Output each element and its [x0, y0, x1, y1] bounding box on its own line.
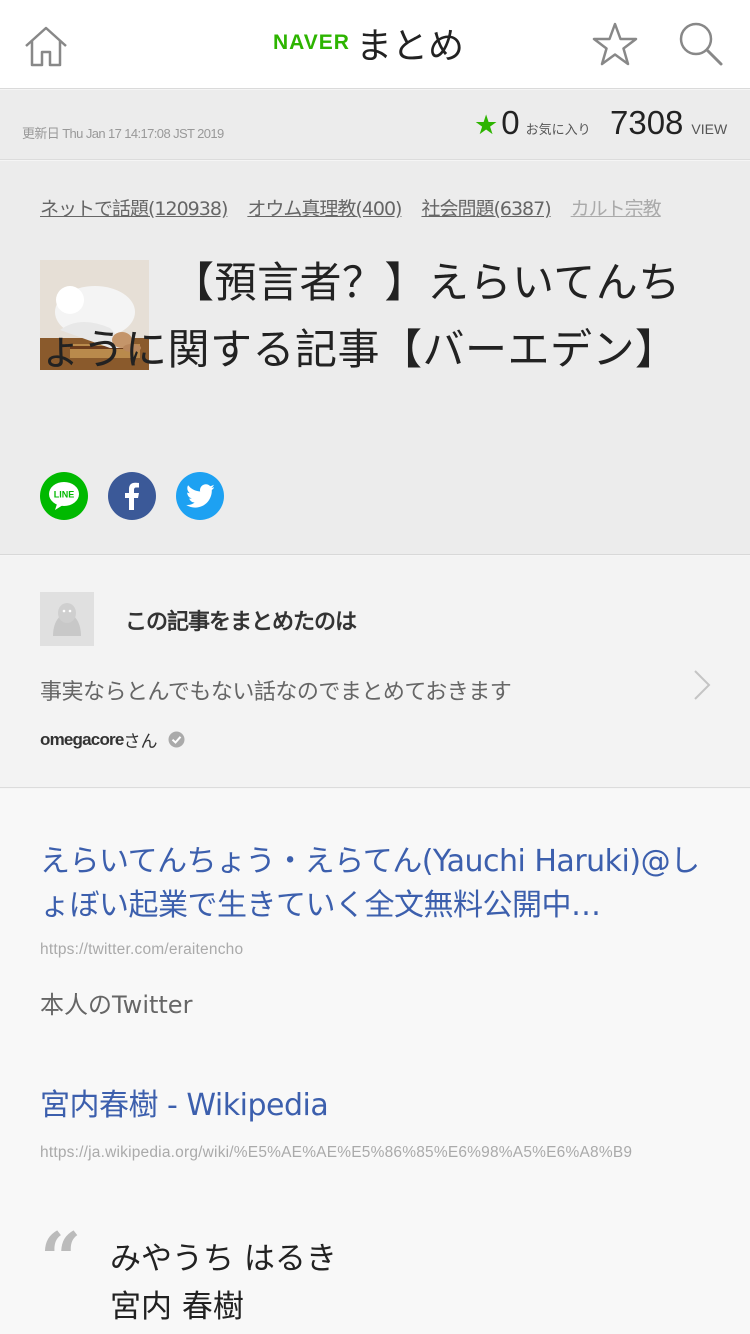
line-share-button[interactable]: LINE [40, 472, 88, 520]
naver-matome-logo[interactable]: NAVER まとめ [273, 18, 464, 68]
curator-heading: この記事をまとめたのは [125, 610, 357, 635]
view-counter: 7308 VIEW [610, 104, 727, 142]
logo-service: まとめ [355, 26, 464, 67]
curator-suffix: さん [123, 732, 158, 752]
article-hero: ネットで話題(120938) オウム真理教(400) 社会問題(6387) カル… [0, 161, 750, 555]
view-count: 7308 [610, 104, 684, 141]
curator-card[interactable]: この記事をまとめたのは 事実ならとんでもない話なのでまとめておきます omega… [0, 556, 750, 788]
favorite-count-star-icon: ★ [474, 110, 499, 141]
facebook-icon [125, 482, 139, 510]
avatar[interactable] [40, 592, 94, 646]
favorites-counter: ★ 0 お気に入り [474, 104, 591, 142]
tag-link[interactable]: カルト宗教 [571, 194, 662, 221]
tag-link[interactable]: オウム真理教(400) [247, 194, 402, 221]
tag-link[interactable]: 社会問題(6387) [421, 194, 551, 221]
search-icon[interactable] [677, 20, 725, 68]
link-item-url[interactable]: https://twitter.com/eraitencho [40, 941, 243, 959]
article-meta-bar: 更新日 Thu Jan 17 14:17:08 JST 2019 ★ 0 お気に… [0, 90, 750, 160]
favorite-star-icon[interactable] [590, 20, 640, 70]
link-item-title[interactable]: 宮内春樹 - Wikipedia [40, 1084, 710, 1128]
line-icon: LINE [49, 482, 79, 510]
logo-brand: NAVER [273, 31, 350, 54]
line-label: LINE [54, 490, 75, 500]
chevron-right-icon[interactable] [690, 668, 714, 702]
quote-line: みやうち はるき [110, 1241, 337, 1277]
quote-line: 宮内 春樹 [110, 1289, 244, 1325]
favorites-count: 0 [501, 104, 520, 141]
favorites-label: お気に入り [525, 123, 591, 138]
article-title: 【預言者？】えらいてんちょうに関する記事【バーエデン】 [40, 258, 681, 374]
link-item-url[interactable]: https://ja.wikipedia.org/wiki/%E5%AE%AE%… [40, 1144, 632, 1162]
tag-list: ネットで話題(120938) オウム真理教(400) 社会問題(6387) カル… [40, 194, 681, 221]
updated-date: 更新日 Thu Jan 17 14:17:08 JST 2019 [22, 126, 224, 141]
link-item-title[interactable]: えらいてんちょう・えらてん(Yauchi Haruki)@しょぼい起業で生きてい… [40, 840, 710, 928]
link-item-description: 本人のTwitter [40, 991, 193, 1019]
verified-check-icon [168, 731, 185, 748]
article-content: えらいてんちょう・えらてん(Yauchi Haruki)@しょぼい起業で生きてい… [0, 789, 750, 1334]
facebook-share-button[interactable] [108, 472, 156, 520]
twitter-share-button[interactable] [176, 472, 224, 520]
home-icon[interactable] [22, 22, 70, 70]
app-header: NAVER まとめ [0, 0, 750, 89]
curator-username: omegacore [40, 729, 124, 749]
share-buttons: LINE [40, 472, 244, 520]
tag-link[interactable]: ネットで話題(120938) [40, 194, 228, 221]
curator-name[interactable]: omegacore さん [40, 727, 185, 752]
quote-mark-icon: “ [40, 1216, 82, 1301]
curator-description: 事実ならとんでもない話なのでまとめておきます [40, 680, 512, 705]
twitter-icon [186, 484, 214, 508]
view-label: VIEW [691, 121, 728, 137]
